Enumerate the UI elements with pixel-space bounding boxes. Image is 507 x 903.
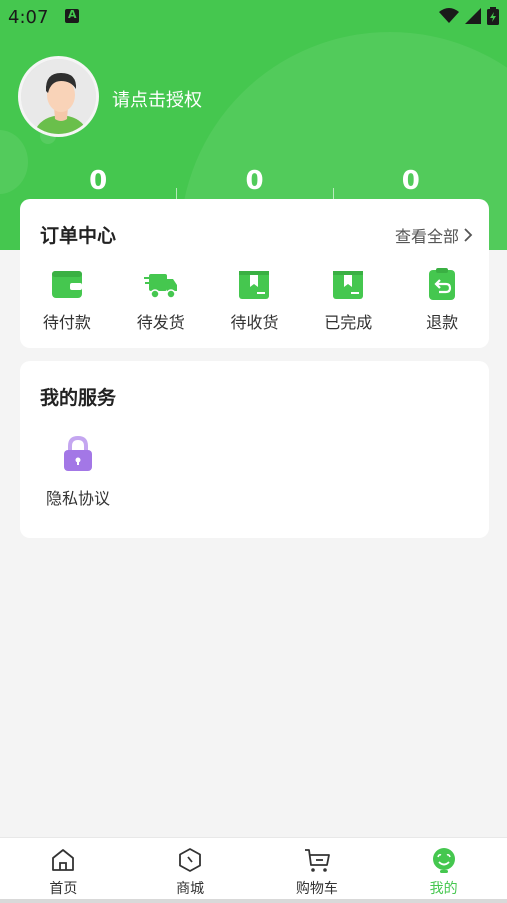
tab-shop[interactable]: 商城	[127, 838, 254, 903]
lock-icon	[64, 435, 92, 471]
my-services-card: 我的服务 隐私协议	[20, 361, 489, 538]
tab-label: 商城	[176, 881, 205, 897]
shop-icon	[179, 848, 202, 872]
wifi-icon	[439, 8, 459, 23]
order-label: 已完成	[324, 313, 373, 332]
order-pending-shipment[interactable]: 待发货	[114, 267, 208, 333]
bottom-tab-bar: 首页 商城 购物车 我的	[0, 837, 507, 903]
tab-mine[interactable]: 我的	[380, 838, 507, 903]
avatar[interactable]	[18, 56, 99, 137]
box-done-icon	[333, 271, 364, 299]
order-pending-payment[interactable]: 待付款	[20, 267, 114, 333]
view-all-label: 查看全部	[394, 227, 459, 246]
order-label: 待付款	[42, 313, 91, 332]
stat-value[interactable]: 0	[176, 166, 332, 200]
home-icon	[52, 849, 75, 871]
order-label: 退款	[426, 313, 459, 332]
tab-home[interactable]: 首页	[0, 838, 127, 903]
order-label: 待收货	[230, 313, 279, 332]
wallet-icon	[51, 271, 82, 298]
stats-row: 0 0 0	[20, 166, 489, 200]
system-home-indicator	[0, 899, 507, 903]
refund-icon	[429, 268, 456, 300]
my-services-title: 我的服务	[40, 387, 117, 409]
profile-icon	[432, 848, 455, 873]
cart-icon	[304, 849, 330, 872]
package-icon	[239, 271, 270, 299]
status-time: 4:07	[8, 7, 49, 28]
order-pending-receipt[interactable]: 待收货	[208, 267, 302, 333]
order-center-title: 订单中心	[40, 225, 117, 247]
service-label: 隐私协议	[45, 489, 110, 508]
signal-icon	[465, 8, 481, 24]
order-completed[interactable]: 已完成	[301, 267, 395, 333]
chevron-right-icon	[464, 228, 473, 242]
status-bar: 4:07	[0, 0, 507, 34]
notification-icon	[65, 8, 79, 23]
tab-label: 首页	[49, 881, 78, 897]
truck-icon	[143, 274, 177, 299]
stat-value[interactable]: 0	[20, 166, 176, 200]
privacy-policy-item[interactable]: 隐私协议	[43, 435, 113, 509]
order-refund[interactable]: 退款	[395, 267, 489, 333]
tab-label: 我的	[429, 881, 458, 897]
battery-icon	[487, 7, 499, 25]
order-label: 待发货	[136, 313, 185, 332]
tab-label: 购物车	[295, 881, 338, 897]
order-center-card: 订单中心 查看全部 待付款 待发货 待收货 已完成 退款	[20, 199, 489, 348]
login-prompt[interactable]: 请点击授权	[112, 86, 202, 112]
stat-value[interactable]: 0	[332, 166, 489, 200]
view-all-orders-link[interactable]: 查看全部	[395, 223, 473, 247]
tab-cart[interactable]: 购物车	[254, 838, 381, 903]
